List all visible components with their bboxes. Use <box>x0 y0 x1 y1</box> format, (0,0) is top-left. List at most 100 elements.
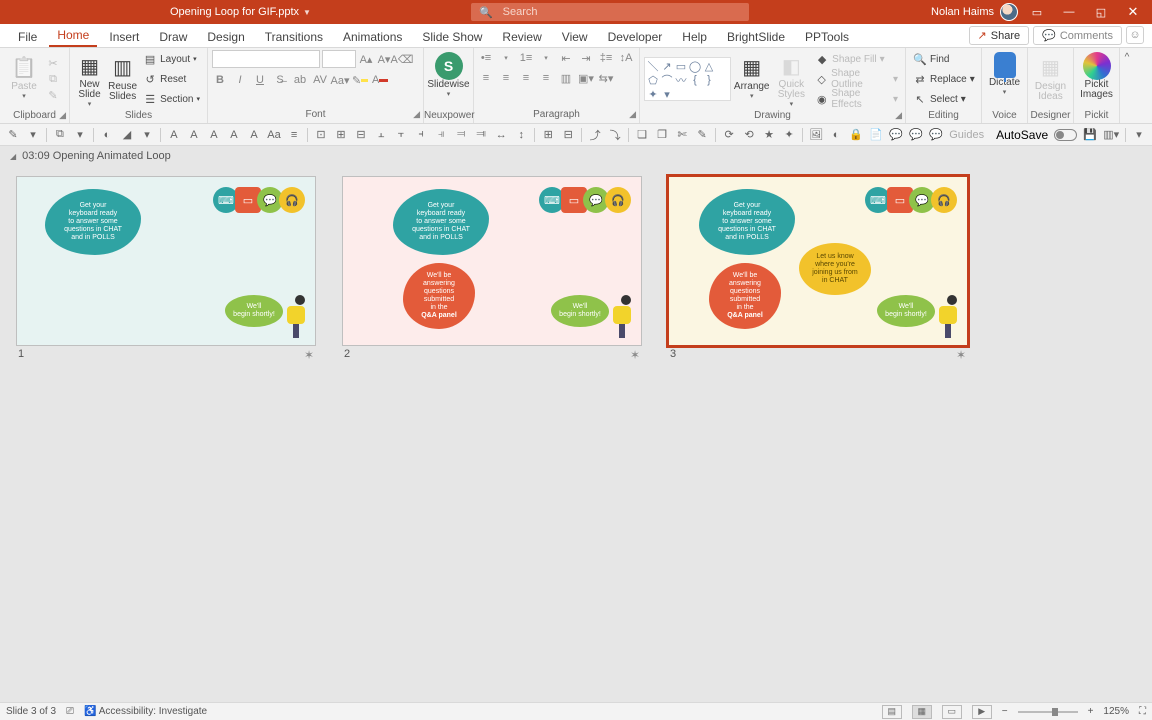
animation-star-icon[interactable]: ✶ <box>630 348 640 362</box>
spell-check-icon[interactable]: ⎚ <box>66 706 74 717</box>
shape-effects-button[interactable]: ◉Shape Effects ▾ <box>812 90 901 108</box>
ribbon-display-options-icon[interactable]: ▭ <box>1024 0 1050 24</box>
tab-transitions[interactable]: Transitions <box>257 26 331 47</box>
share-button[interactable]: ↗Share <box>969 26 1030 45</box>
format-painter-icon[interactable]: ✎ <box>46 88 60 102</box>
shapes-gallery[interactable]: ＼↗▭◯△⬠ ⌒〰{}✦▾ <box>644 57 731 101</box>
design-ideas-button[interactable]: ▦Design Ideas <box>1032 50 1069 108</box>
avatar[interactable] <box>1000 3 1018 21</box>
tab-draw[interactable]: Draw <box>151 26 195 47</box>
increase-font-icon[interactable]: A▴ <box>358 51 374 67</box>
user-name[interactable]: Nolan Haims <box>931 6 994 18</box>
tab-file[interactable]: File <box>10 26 45 47</box>
line-spacing-icon[interactable]: ‡≡ <box>598 50 614 66</box>
find-button[interactable]: 🔍Find <box>910 50 978 68</box>
dictate-button[interactable]: Dictate▾ <box>986 50 1023 108</box>
animation-star-icon[interactable]: ✶ <box>956 348 966 362</box>
slide-thumb-3[interactable]: Get yourkeyboard readyto answer someques… <box>668 176 968 362</box>
smartart-icon[interactable]: ⇆▾ <box>598 70 614 86</box>
italic-icon[interactable]: I <box>232 72 248 88</box>
tab-design[interactable]: Design <box>199 26 252 47</box>
slideshow-view-button[interactable]: ▶ <box>972 705 992 719</box>
accessibility-status[interactable]: ♿ Accessibility: Investigate <box>84 706 207 717</box>
slidewise-button[interactable]: SSlidewise▾ <box>429 50 469 108</box>
paste-button[interactable]: 📋 Paste ▾ <box>4 50 44 108</box>
font-color-icon[interactable]: A <box>372 72 388 88</box>
zoom-out-icon[interactable]: − <box>1002 706 1008 717</box>
align-text-icon[interactable]: ▣▾ <box>578 70 594 86</box>
title-dropdown-icon[interactable]: ▼ <box>303 8 311 17</box>
section-button[interactable]: ☰Section ▾ <box>140 90 203 108</box>
dialog-launcher-icon[interactable]: ◢ <box>895 110 902 121</box>
arrange-button[interactable]: ▦Arrange▾ <box>733 50 771 108</box>
feedback-button[interactable]: ☺ <box>1126 26 1144 44</box>
replace-button[interactable]: ⇄Replace ▾ <box>910 70 978 88</box>
save-icon[interactable]: 💾 <box>1083 127 1097 143</box>
picture-icon[interactable]: 🖼 <box>809 127 823 143</box>
tab-help[interactable]: Help <box>674 26 715 47</box>
strikethrough-icon[interactable]: S̶ <box>272 72 288 88</box>
zoom-slider[interactable] <box>1018 711 1078 713</box>
fit-to-window-icon[interactable]: ⛶ <box>1139 706 1146 717</box>
reuse-slides-button[interactable]: ▥Reuse Slides <box>107 50 138 108</box>
slide-thumb-1[interactable]: Get yourkeyboard readyto answer someques… <box>16 176 316 362</box>
collapse-ribbon-icon[interactable]: ^ <box>1120 48 1134 63</box>
slide-counter[interactable]: Slide 3 of 3 <box>6 706 56 717</box>
bullets-icon[interactable]: •≡ <box>478 50 494 66</box>
tab-pptools[interactable]: PPTools <box>797 26 857 47</box>
shape-outline-button[interactable]: ◇Shape Outline ▾ <box>812 70 901 88</box>
slide-sorter-view-button[interactable]: ▦ <box>912 705 932 719</box>
align-right-icon[interactable]: ≡ <box>518 70 534 86</box>
reset-button[interactable]: ↺Reset <box>140 70 203 88</box>
section-header[interactable]: ◢ 03:09 Opening Animated Loop <box>0 146 1152 166</box>
tab-animations[interactable]: Animations <box>335 26 410 47</box>
select-button[interactable]: ↖Select ▾ <box>910 90 978 108</box>
zoom-level[interactable]: 125% <box>1103 706 1129 717</box>
tab-slide-show[interactable]: Slide Show <box>414 26 490 47</box>
zoom-in-icon[interactable]: + <box>1088 706 1094 717</box>
dialog-launcher-icon[interactable]: ◢ <box>629 109 636 120</box>
reading-view-button[interactable]: ▭ <box>942 705 962 719</box>
tab-insert[interactable]: Insert <box>101 26 147 47</box>
clear-formatting-icon[interactable]: A⌫ <box>394 51 410 67</box>
quick-styles-button[interactable]: ◧Quick Styles▾ <box>773 50 811 108</box>
normal-view-button[interactable]: ▤ <box>882 705 902 719</box>
section-collapse-icon[interactable]: ◢ <box>10 152 16 161</box>
shadow-icon[interactable]: ab <box>292 72 308 88</box>
increase-indent-icon[interactable]: ⇥ <box>578 50 594 66</box>
change-case-icon[interactable]: Aa▾ <box>332 72 348 88</box>
restore-icon[interactable]: ◱ <box>1088 0 1114 24</box>
align-left-icon[interactable]: ≡ <box>478 70 494 86</box>
minimize-icon[interactable]: — <box>1056 0 1082 24</box>
autosave-toggle[interactable] <box>1054 129 1077 141</box>
guides-toggle[interactable]: Guides <box>949 127 984 143</box>
underline-icon[interactable]: U <box>252 72 268 88</box>
qat-customize-icon[interactable]: ▾ <box>1132 127 1146 143</box>
tab-developer[interactable]: Developer <box>600 26 671 47</box>
slide-thumb-2[interactable]: Get yourkeyboard readyto answer someques… <box>342 176 642 362</box>
animation-star-icon[interactable]: ✶ <box>304 348 314 362</box>
dialog-launcher-icon[interactable]: ◢ <box>413 109 420 120</box>
text-direction-icon[interactable]: ↕A <box>618 50 634 66</box>
qat-icon[interactable]: ✎ <box>6 127 20 143</box>
new-slide-button[interactable]: ▦New Slide▾ <box>74 50 105 108</box>
tab-brightslide[interactable]: BrightSlide <box>719 26 793 47</box>
char-spacing-icon[interactable]: AV <box>312 72 328 88</box>
font-name-input[interactable] <box>212 50 320 68</box>
layout-button[interactable]: ▤Layout ▾ <box>140 50 203 68</box>
justify-icon[interactable]: ≡ <box>538 70 554 86</box>
tab-review[interactable]: Review <box>494 26 549 47</box>
cut-icon[interactable]: ✂ <box>46 56 60 70</box>
tab-home[interactable]: Home <box>49 24 97 47</box>
comments-button[interactable]: 💬Comments <box>1033 26 1122 45</box>
highlight-icon[interactable]: ✎ <box>352 72 368 88</box>
comment-icon[interactable]: 💬 <box>889 127 903 143</box>
align-center-icon[interactable]: ≡ <box>498 70 514 86</box>
columns-icon[interactable]: ▥ <box>558 70 574 86</box>
close-icon[interactable]: ✕ <box>1120 0 1146 24</box>
pickit-images-button[interactable]: Pickit Images <box>1078 50 1115 108</box>
decrease-indent-icon[interactable]: ⇤ <box>558 50 574 66</box>
font-size-input[interactable] <box>322 50 356 68</box>
dialog-launcher-icon[interactable]: ◢ <box>59 110 66 121</box>
bold-icon[interactable]: B <box>212 72 228 88</box>
